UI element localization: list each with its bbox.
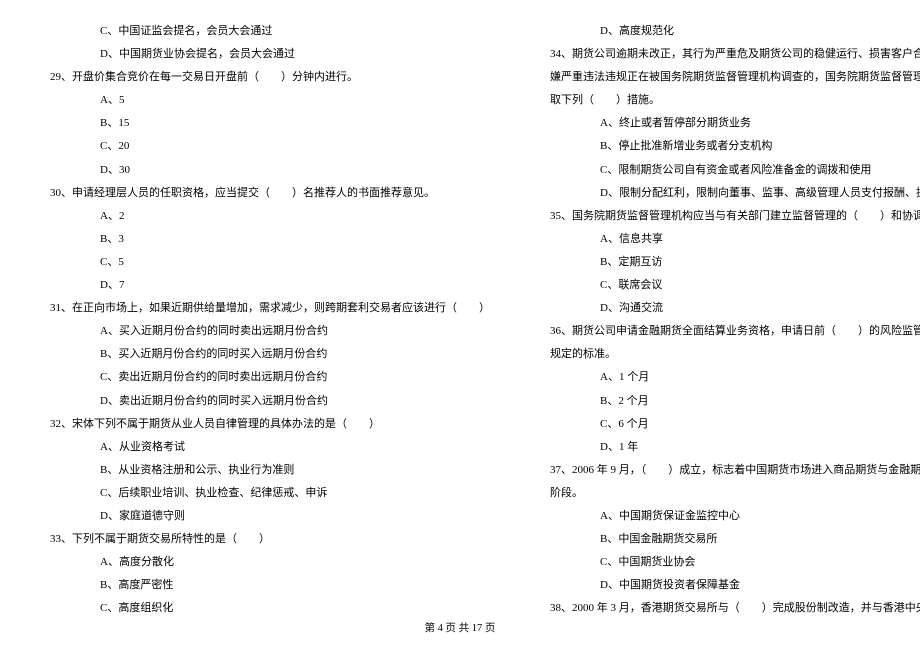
leftColumn-line: 30、申请经理层人员的任职资格，应当提交（ ）名推荐人的书面推荐意见。 xyxy=(40,182,490,205)
leftColumn-line: C、5 xyxy=(40,251,490,274)
leftColumn-line: 31、在正向市场上，如果近期供给量增加，需求减少，则跨期套利交易者应该进行（ ） xyxy=(40,297,490,320)
leftColumn-line: C、后续职业培训、执业检查、纪律惩戒、申诉 xyxy=(40,482,490,505)
rightColumn-line: 35、国务院期货监督管理机构应当与有关部门建立监督管理的（ ）和协调配合机制。 xyxy=(540,205,920,228)
rightColumn-line: C、6 个月 xyxy=(540,413,920,436)
rightColumn-line: A、1 个月 xyxy=(540,366,920,389)
rightColumn-line: B、2 个月 xyxy=(540,390,920,413)
leftColumn-line: D、30 xyxy=(40,159,490,182)
page-footer: 第 4 页 共 17 页 xyxy=(0,620,920,635)
leftColumn-line: B、从业资格注册和公示、执业行为准则 xyxy=(40,459,490,482)
rightColumn-line: D、高度规范化 xyxy=(540,20,920,43)
leftColumn-line: B、15 xyxy=(40,112,490,135)
leftColumn-line: C、卖出近期月份合约的同时卖出远期月份合约 xyxy=(40,366,490,389)
leftColumn-line: C、中国证监会提名，会员大会通过 xyxy=(40,20,490,43)
left-column: C、中国证监会提名，会员大会通过D、中国期货业协会提名，会员大会通过29、开盘价… xyxy=(30,20,515,610)
leftColumn-line: A、高度分散化 xyxy=(40,551,490,574)
leftColumn-line: A、5 xyxy=(40,89,490,112)
leftColumn-line: D、卖出近期月份合约的同时买入远期月份合约 xyxy=(40,390,490,413)
leftColumn-line: A、从业资格考试 xyxy=(40,436,490,459)
rightColumn-line: D、限制分配红利，限制向董事、监事、高级管理人员支付报酬、提供福利 xyxy=(540,182,920,205)
rightColumn-line: 37、2006 年 9 月，（ ）成立，标志着中国期货市场进入商品期货与金融期货… xyxy=(540,459,920,482)
leftColumn-line: D、7 xyxy=(40,274,490,297)
rightColumn-line: 34、期货公司逾期未改正，其行为严重危及期货公司的稳健运行、损害客户合法权益，或… xyxy=(540,43,920,66)
rightColumn-line: D、1 年 xyxy=(540,436,920,459)
leftColumn-line: 29、开盘价集合竞价在每一交易日开盘前（ ）分钟内进行。 xyxy=(40,66,490,89)
rightColumn-line: 38、2000 年 3 月，香港期货交易所与（ ）完成股份制改造，并与香港中央结… xyxy=(540,597,920,620)
rightColumn-line: B、中国金融期货交易所 xyxy=(540,528,920,551)
leftColumn-line: D、中国期货业协会提名，会员大会通过 xyxy=(40,43,490,66)
leftColumn-line: 33、下列不属于期货交易所特性的是（ ） xyxy=(40,528,490,551)
rightColumn-line: 取下列（ ）措施。 xyxy=(540,89,920,112)
rightColumn-line: B、停止批准新增业务或者分支机构 xyxy=(540,135,920,158)
rightColumn-line: C、中国期货业协会 xyxy=(540,551,920,574)
leftColumn-line: A、买入近期月份合约的同时卖出远期月份合约 xyxy=(40,320,490,343)
leftColumn-line: C、高度组织化 xyxy=(40,597,490,620)
leftColumn-line: B、买入近期月份合约的同时买入远期月份合约 xyxy=(40,343,490,366)
leftColumn-line: C、20 xyxy=(40,135,490,158)
rightColumn-line: D、沟通交流 xyxy=(540,297,920,320)
rightColumn-line: C、联席会议 xyxy=(540,274,920,297)
leftColumn-line: A、2 xyxy=(40,205,490,228)
right-column: D、高度规范化34、期货公司逾期未改正，其行为严重危及期货公司的稳健运行、损害客… xyxy=(515,20,920,610)
rightColumn-line: D、中国期货投资者保障基金 xyxy=(540,574,920,597)
leftColumn-line: 32、宋体下列不属于期货从业人员自律管理的具体办法的是（ ） xyxy=(40,413,490,436)
leftColumn-line: B、高度严密性 xyxy=(40,574,490,597)
rightColumn-line: B、定期互访 xyxy=(540,251,920,274)
rightColumn-line: 阶段。 xyxy=(540,482,920,505)
rightColumn-line: 嫌严重违法违规正在被国务院期货监督管理机构调查的，国务院期货监督管理机构不能对其… xyxy=(540,66,920,89)
rightColumn-line: A、终止或者暂停部分期货业务 xyxy=(540,112,920,135)
rightColumn-line: 36、期货公司申请金融期货全面结算业务资格，申请日前（ ）的风险监管指标应持续符… xyxy=(540,320,920,343)
rightColumn-line: A、中国期货保证金监控中心 xyxy=(540,505,920,528)
rightColumn-line: 规定的标准。 xyxy=(540,343,920,366)
leftColumn-line: B、3 xyxy=(40,228,490,251)
page-container: C、中国证监会提名，会员大会通过D、中国期货业协会提名，会员大会通过29、开盘价… xyxy=(0,0,920,610)
rightColumn-line: A、信息共享 xyxy=(540,228,920,251)
rightColumn-line: C、限制期货公司自有资金或者风险准备金的调拨和使用 xyxy=(540,159,920,182)
leftColumn-line: D、家庭道德守则 xyxy=(40,505,490,528)
